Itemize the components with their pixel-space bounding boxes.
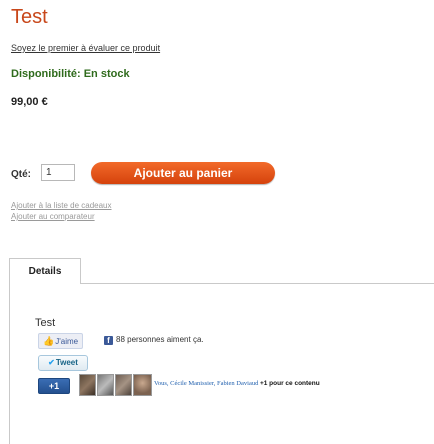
plusone-suffix: +1 pour ce contenu — [259, 380, 320, 387]
facebook-icon: f — [104, 336, 113, 345]
avatar — [115, 374, 132, 396]
facebook-like-button[interactable]: 👍J'aime — [38, 333, 84, 349]
avatar — [79, 374, 96, 396]
tweet-button[interactable]: ✔Tweet — [38, 355, 88, 371]
availability-status: Disponibilité: En stock — [11, 68, 130, 80]
quantity-label: Qté: — [11, 169, 31, 180]
review-link[interactable]: Soyez le premier à évaluer ce produit — [11, 43, 160, 53]
avatar — [97, 374, 114, 396]
details-title: Test — [35, 317, 56, 329]
avatar — [133, 374, 152, 396]
add-to-cart-button[interactable]: Ajouter au panier — [91, 162, 275, 184]
quantity-input[interactable] — [41, 164, 75, 181]
tab-details[interactable]: Details — [9, 258, 81, 284]
plusone-annotation: Vous, Cécile Manissier, Fabien Daviaud +… — [154, 380, 320, 387]
fb-count-text: 88 personnes aiment ça. — [116, 335, 204, 344]
product-tabs: Details Test 👍J'aime f 88 personnes aimen… — [9, 258, 434, 444]
add-to-wishlist-link[interactable]: Ajouter à la liste de cadeaux — [11, 201, 112, 210]
twitter-bird-icon: ✔ — [48, 358, 55, 367]
add-to-compare-link[interactable]: Ajouter au comparateur — [11, 212, 95, 221]
thumbs-up-icon: 👍 — [43, 336, 55, 346]
tweet-label: Tweet — [55, 358, 78, 367]
like-label: J'aime — [55, 337, 79, 346]
plusone-people[interactable]: Vous, Cécile Manissier, Fabien Daviaud — [154, 380, 258, 387]
facebook-like-count: f 88 personnes aiment ça. — [104, 335, 204, 345]
product-title: Test — [11, 6, 48, 28]
google-plusone-button[interactable]: +1 — [38, 378, 70, 394]
product-price: 99,00 € — [11, 96, 48, 108]
